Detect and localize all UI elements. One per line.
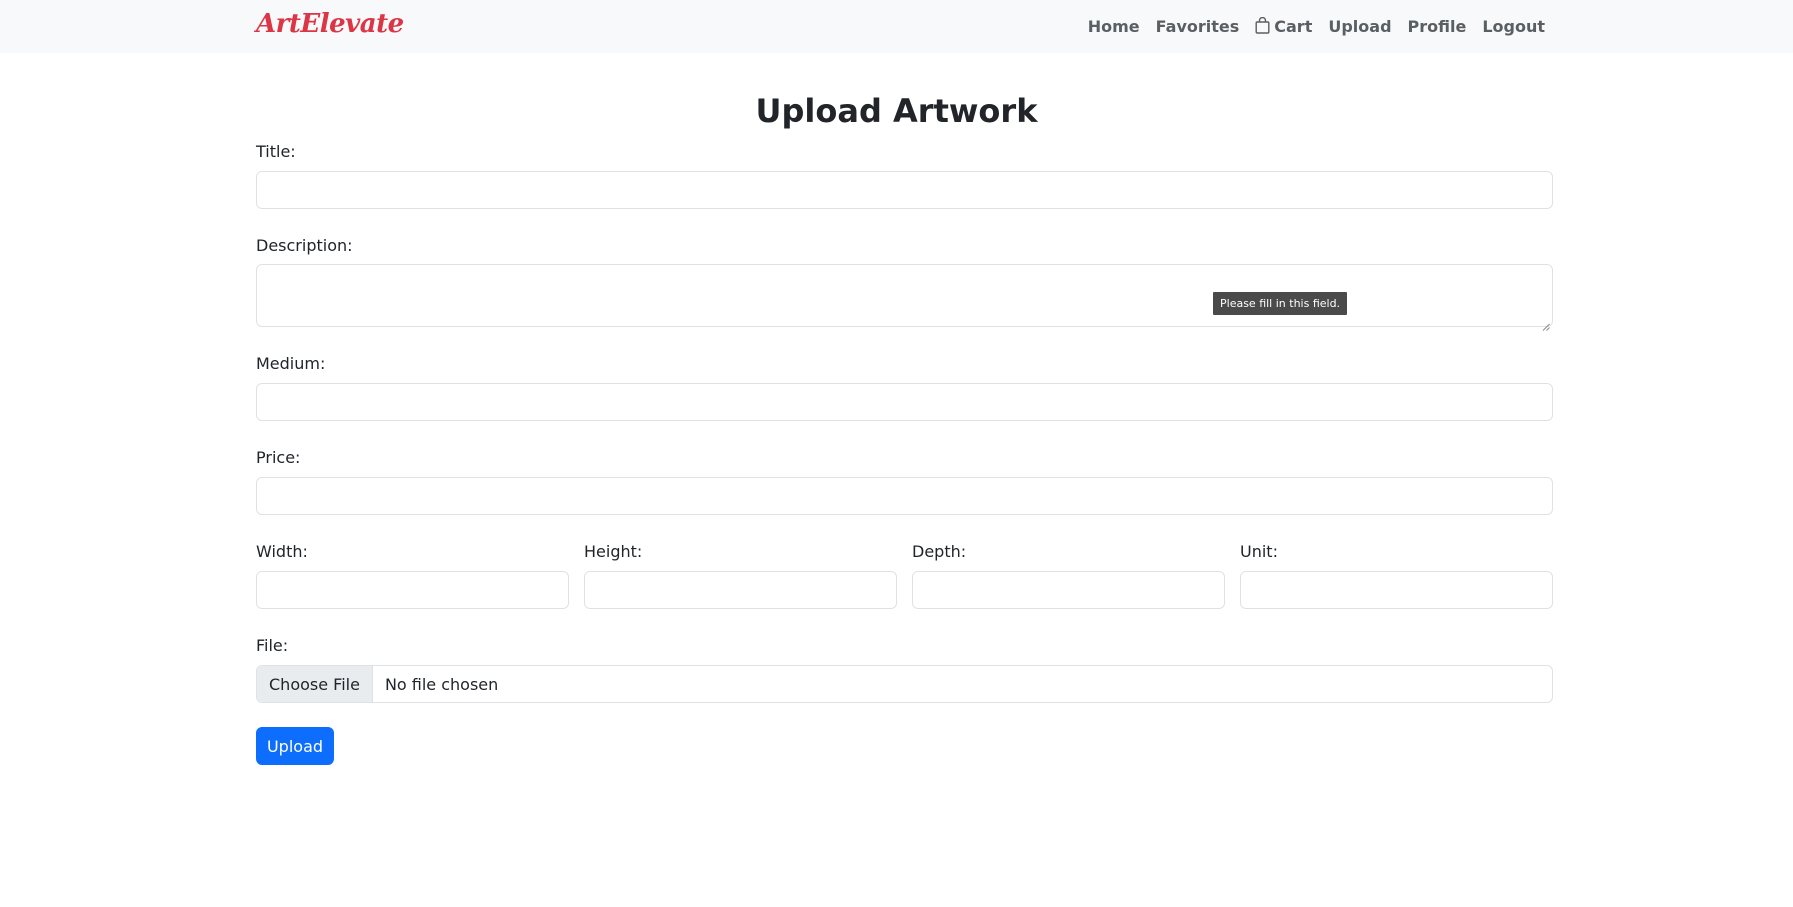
resize-handle-icon[interactable] [1542,316,1550,331]
description-textarea[interactable] [256,264,1553,331]
nav-cart-label: Cart [1274,17,1313,36]
file-status: No file chosen [384,674,499,694]
price-label: Price: [256,448,301,467]
nav-home[interactable]: Home [1088,17,1140,36]
unit-input[interactable] [1240,571,1553,609]
validation-tooltip: Please fill in this field. [1213,292,1348,315]
title-label: Title: [256,142,296,161]
width-label: Width: [256,542,308,561]
file-label: File: [256,636,289,655]
unit-label: Unit: [1240,542,1278,561]
bag-icon [1255,16,1270,34]
nav-profile-label: Profile [1407,17,1467,36]
choose-file-button[interactable]: Choose File [257,666,373,702]
brand-logo[interactable]: ArtElevate [256,9,404,39]
upload-button[interactable]: Upload [256,727,334,765]
nav-home-label: Home [1087,17,1140,36]
nav-upload-label: Upload [1328,17,1392,36]
nav-menu: Home Favorites Cart Upload Profile Logou… [1088,0,1545,53]
depth-input[interactable] [912,571,1225,609]
title-input[interactable] [256,171,1553,209]
page-title: Upload Artwork [755,92,1038,130]
nav-favorites-label: Favorites [1155,17,1240,36]
navbar: ArtElevate Home Favorites Cart Upload Pr… [0,0,1793,53]
nav-cart[interactable]: Cart [1255,16,1313,36]
file-input[interactable]: Choose File No file chosen [256,665,1553,703]
nav-logout-label: Logout [1482,17,1545,36]
nav-logout[interactable]: Logout [1482,17,1545,36]
height-label: Height: [584,542,643,561]
width-input[interactable] [256,571,569,609]
nav-profile[interactable]: Profile [1408,17,1467,36]
medium-input[interactable] [256,383,1553,421]
nav-favorites[interactable]: Favorites [1156,17,1240,36]
medium-label: Medium: [256,354,326,373]
nav-upload[interactable]: Upload [1328,17,1391,36]
price-input[interactable] [256,477,1553,515]
depth-label: Depth: [912,542,967,561]
description-label: Description: [256,236,353,255]
height-input[interactable] [584,571,897,609]
